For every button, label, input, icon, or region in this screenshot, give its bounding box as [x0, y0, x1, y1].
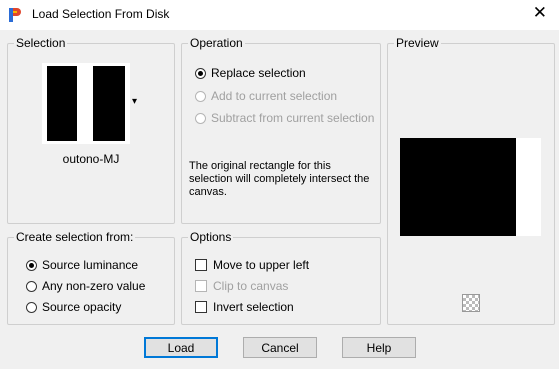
selection-preset-name: outono-MJ	[62, 152, 120, 166]
radio-button[interactable]	[195, 112, 206, 124]
app-icon	[9, 8, 21, 22]
checkbox-invert-selection[interactable]: Invert selection	[195, 300, 294, 314]
preview-group: Preview	[387, 36, 555, 325]
radio-button[interactable]	[26, 301, 37, 313]
radio-label: Source opacity	[42, 300, 122, 314]
title-bar: Load Selection From Disk ✕	[0, 0, 559, 30]
radio-source-luminance[interactable]: Source luminance	[26, 258, 138, 272]
radio-subtract-from-current-selection[interactable]: Subtract from current selection	[195, 111, 374, 125]
checkered-zoom-icon[interactable]	[462, 294, 480, 312]
checkbox[interactable]	[195, 301, 207, 313]
options-group: Options Move to upper left Clip to canva…	[181, 230, 381, 325]
window-title: Load Selection From Disk	[32, 7, 170, 21]
checkbox-clip-to-canvas[interactable]: Clip to canvas	[195, 279, 288, 293]
create-from-group-label: Create selection from:	[14, 230, 136, 244]
checkbox[interactable]	[195, 280, 207, 292]
radio-label: Add to current selection	[211, 89, 338, 103]
preview-group-label: Preview	[394, 36, 441, 50]
radio-label: Source luminance	[42, 258, 139, 272]
radio-button[interactable]	[195, 67, 206, 79]
checkbox-label: Invert selection	[213, 300, 294, 314]
operation-group-label: Operation	[188, 36, 245, 50]
radio-any-non-zero-value[interactable]: Any non-zero value	[26, 279, 145, 293]
radio-button[interactable]	[26, 259, 37, 271]
selection-group-label: Selection	[14, 36, 68, 50]
operation-info-text: The original rectangle for this selectio…	[189, 160, 370, 198]
radio-label: Any non-zero value	[42, 279, 146, 293]
radio-label: Replace selection	[211, 66, 306, 80]
checkbox-label: Clip to canvas	[213, 279, 289, 293]
radio-label: Subtract from current selection	[211, 111, 375, 125]
radio-button[interactable]	[195, 90, 206, 102]
radio-replace-selection[interactable]: Replace selection	[195, 66, 306, 80]
close-icon[interactable]: ✕	[533, 3, 547, 23]
radio-button[interactable]	[26, 280, 37, 292]
cancel-button[interactable]: Cancel	[243, 337, 317, 358]
radio-add-to-current-selection[interactable]: Add to current selection	[195, 89, 337, 103]
preview-image	[400, 138, 541, 236]
create-selection-from-group: Create selection from: Source luminance …	[7, 230, 175, 325]
options-group-label: Options	[188, 230, 234, 244]
load-button[interactable]: Load	[144, 337, 218, 358]
checkbox[interactable]	[195, 259, 207, 271]
checkbox-label: Move to upper left	[213, 258, 310, 272]
radio-source-opacity[interactable]: Source opacity	[26, 300, 121, 314]
help-button[interactable]: Help	[342, 337, 416, 358]
selection-thumbnail[interactable]	[42, 63, 130, 144]
operation-group: Operation Replace selection Add to curre…	[181, 36, 381, 224]
selection-group: Selection ▾ outono-MJ	[7, 36, 175, 224]
selection-dropdown-icon[interactable]: ▾	[132, 96, 137, 107]
checkbox-move-to-upper-left[interactable]: Move to upper left	[195, 258, 309, 272]
